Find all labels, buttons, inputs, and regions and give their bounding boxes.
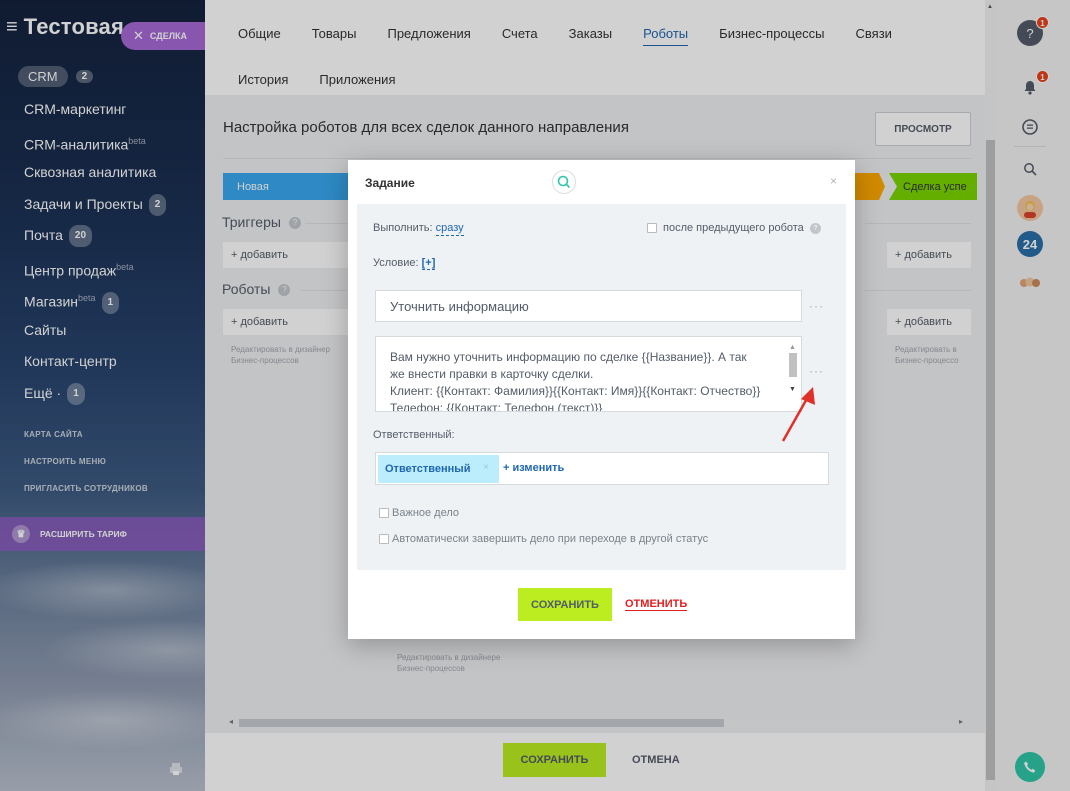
description-line: Телефон: {{Контакт: Телефон (текст)}} [390,401,603,412]
more-icon[interactable]: ··· [809,299,824,313]
cancel-button[interactable]: ОТМЕНИТЬ [625,598,688,611]
condition-label: Условие: [373,257,419,269]
important-checkbox[interactable] [379,508,389,519]
close-icon[interactable]: × [830,174,837,188]
execute-row: Выполнить: сразу [373,222,464,236]
task-description-textarea[interactable]: Вам нужно уточнить информацию по сделке … [375,336,802,412]
description-line: же внести правки в карточку сделки. [390,367,594,381]
auto-complete-checkbox[interactable] [379,534,389,545]
important-label: Важное дело [392,507,460,519]
after-previous-checkbox[interactable] [647,223,657,234]
description-text: Вам нужно уточнить информацию по сделке … [390,349,783,412]
task-title-input[interactable]: Уточнить информацию [375,290,802,322]
condition-row: Условие: [+] [373,257,436,270]
execute-timing-link[interactable]: сразу [435,222,464,236]
important-option[interactable]: Важное дело [379,507,459,519]
responsible-chip[interactable]: Ответственный × [378,455,499,483]
save-button[interactable]: СОХРАНИТЬ [518,588,612,621]
add-condition-link[interactable]: [+] [421,257,436,270]
responsible-selector[interactable]: Ответственный × + изменить [375,452,829,485]
description-line: Вам нужно уточнить информацию по сделке … [390,350,747,364]
responsible-label: Ответственный: [373,429,455,441]
change-responsible-link[interactable]: + изменить [503,462,564,474]
search-icon[interactable] [552,170,576,194]
annotation-arrow-icon [781,387,815,442]
auto-complete-option[interactable]: Автоматически завершить дело при переход… [379,533,708,545]
dialog-header: Задание × [348,160,855,204]
remove-icon[interactable]: × [483,462,489,473]
after-previous-robot-option[interactable]: после предыдущего робота? [647,222,821,234]
description-line: Клиент: {{Контакт: Фамилия}}{{Контакт: И… [390,384,761,398]
scroll-thumb[interactable] [789,353,797,377]
help-icon[interactable]: ? [809,222,821,234]
responsible-chip-label: Ответственный [385,463,471,475]
dialog-body: Выполнить: сразу после предыдущего робот… [357,204,846,570]
after-previous-label: после предыдущего робота [663,222,804,234]
more-icon[interactable]: ··· [809,364,824,378]
dialog-title: Задание [365,176,415,190]
execute-label: Выполнить: [373,222,433,234]
auto-complete-label: Автоматически завершить дело при переход… [392,533,709,545]
